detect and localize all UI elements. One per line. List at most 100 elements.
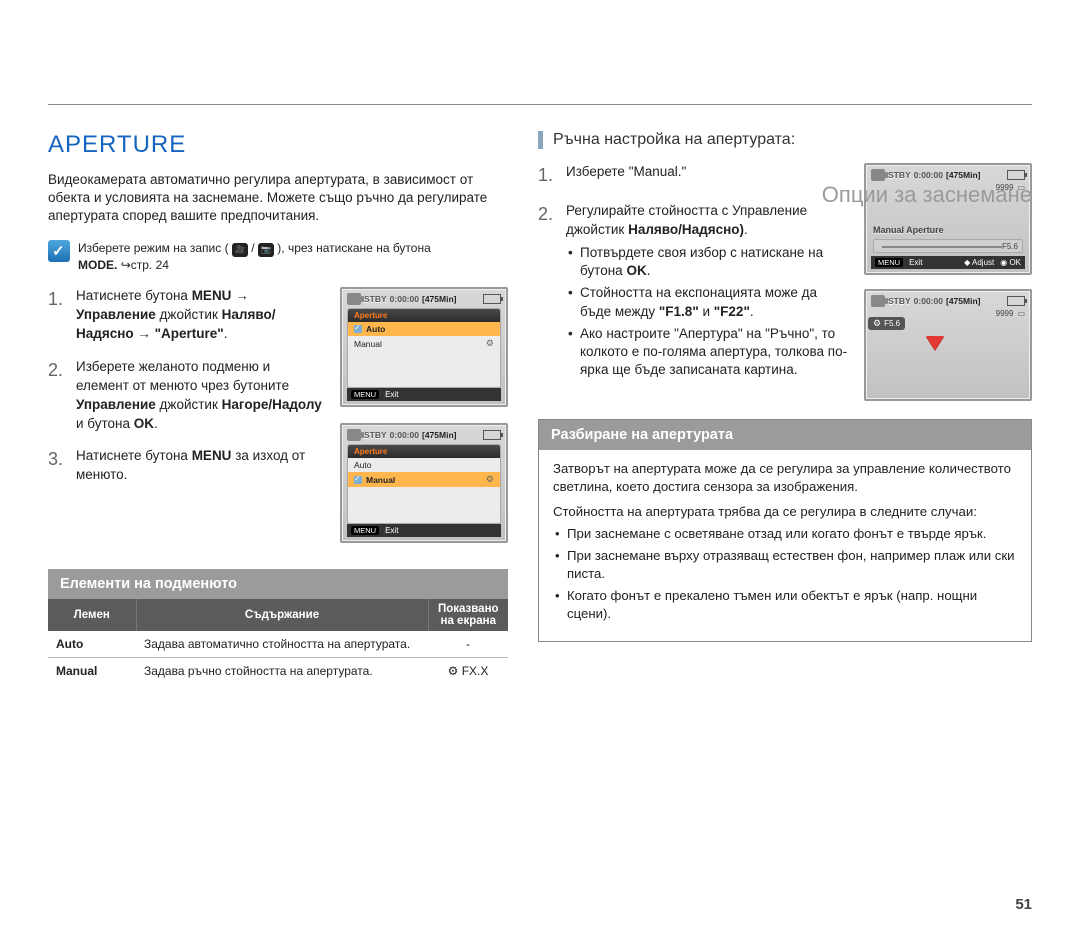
- lcd-menu-key2: MENU: [351, 526, 379, 535]
- cell-auto-icon: -: [428, 631, 508, 658]
- mode-note: Изберете режим на запис ( 🎥 / 📷 ), чрез …: [48, 240, 508, 274]
- lcd-item-auto: Auto: [366, 324, 385, 334]
- submenu-header: Елементи на подменюто: [48, 569, 508, 599]
- mode-label: MODE.: [78, 258, 117, 272]
- section-title: APERTURE: [48, 131, 508, 159]
- r-step-2-dir: Наляво/Надясно): [628, 222, 744, 237]
- intro-paragraph: Видеокамерата автоматично регулира аперт…: [48, 171, 498, 226]
- info-p1: Затворът на апертурата може да се регули…: [553, 460, 1017, 497]
- page-ref: стр. 24: [131, 258, 169, 272]
- page-ref-icon: ↪: [121, 258, 131, 272]
- lcd-time4: 0:00:00: [914, 296, 943, 306]
- gear-icon: ⚙: [873, 318, 881, 329]
- step-1: Натиснете бутона MENU → Управление джойс…: [48, 287, 326, 344]
- lcd-exit: Exit: [385, 390, 398, 399]
- lcd-fvalue-pill: F5.6: [884, 319, 900, 328]
- info-li-1: При заснемане с осветяване отзад или ког…: [567, 525, 1017, 543]
- lcd-screenshot-4: STBY 0:00:00 [475Min] 9999 ▭ ⚙F5.6: [864, 289, 1032, 401]
- lcd-menu3: MENU: [875, 258, 903, 267]
- lcd-remain2: [475Min]: [422, 430, 456, 440]
- lcd-stby: STBY: [364, 294, 387, 304]
- lcd-item-manual2: Manual: [366, 475, 395, 485]
- lcd-tab2: Aperture: [354, 447, 387, 456]
- header-divider: [48, 104, 1032, 105]
- th-content: Съдържание: [136, 599, 428, 631]
- lcd-screenshot-2: STBY 0:00:00 [475Min] Aperture Auto Manu…: [340, 423, 508, 543]
- lcd-item-auto2: Auto: [354, 460, 372, 470]
- manual-setting-heading: Ръчна настройка на апертурата:: [538, 131, 1032, 149]
- lcd-remain3: [475Min]: [946, 170, 980, 180]
- battery-icon: [483, 430, 501, 440]
- camcorder-icon: [347, 293, 361, 305]
- battery-icon: [1007, 170, 1025, 180]
- r-bullet-2: Стойността на експонацията може да бъде …: [580, 284, 850, 320]
- cell-manual-icon: ⚙ FX.X: [428, 658, 508, 685]
- camcorder-icon: [871, 295, 885, 307]
- lcd-exit2: Exit: [385, 526, 398, 535]
- lcd-remain4: [475Min]: [946, 296, 980, 306]
- step-1-ap: "Aperture": [155, 326, 224, 341]
- step-1-menu: MENU: [192, 288, 232, 303]
- lcd-time3: 0:00:00: [914, 170, 943, 180]
- video-mode-icon: 🎥: [232, 243, 248, 257]
- lcd-screenshot-1: STBY 0:00:00 [475Min] Aperture Auto Manu…: [340, 287, 508, 407]
- photo-mode-icon: 📷: [258, 243, 274, 257]
- step-1-ctrl: Управление: [76, 307, 156, 322]
- step-1-txt-b: джойстик: [156, 307, 222, 322]
- camcorder-icon: [871, 169, 885, 181]
- table-row: Auto Задава автоматично стойността на ап…: [48, 631, 508, 658]
- step-1-arrow2: →: [134, 326, 155, 341]
- info-li-2: При заснемане върху отразяващ естествен …: [567, 547, 1017, 583]
- cell-manual: Manual: [48, 658, 136, 685]
- lcd-stby3: STBY: [888, 170, 911, 180]
- info-title: Разбиране на апертурата: [539, 420, 1031, 450]
- check-icon: [354, 476, 362, 484]
- step-2-ok: OK: [134, 416, 154, 431]
- lcd-exit3: Exit: [909, 258, 922, 267]
- submenu-table: Лемен Съдържание Показванона екрана Auto…: [48, 599, 508, 684]
- cell-manual-desc: Задава ръчно стойността на апертурата.: [136, 658, 428, 685]
- lcd-adjust: Adjust: [972, 258, 994, 267]
- step-1-txt-a: Натиснете бутона: [76, 288, 192, 303]
- step-2-dot: .: [154, 416, 158, 431]
- gear-icon: ⚙: [486, 338, 494, 349]
- lcd-time: 0:00:00: [390, 294, 419, 304]
- info-p2: Стойността на апертурата трябва да се ре…: [553, 503, 1017, 521]
- gear-icon: ⚙: [486, 474, 494, 485]
- step-3-menu: MENU: [192, 448, 232, 463]
- step-2-txt-a: Изберете желаното подменю и елемент от м…: [76, 359, 289, 393]
- r-bullet-3: Ако настроите "Апертура" на "Ръчно", то …: [580, 325, 850, 380]
- lcd-remain: [475Min]: [422, 294, 456, 304]
- cell-auto: Auto: [48, 631, 136, 658]
- understanding-aperture-box: Разбиране на апертурата Затворът на апер…: [538, 419, 1032, 642]
- page-number: 51: [1015, 896, 1032, 913]
- lcd-item-manual: Manual: [354, 339, 382, 349]
- lcd-stby2: STBY: [364, 430, 387, 440]
- step-2-dir: Нагоре/Надолу: [222, 397, 322, 412]
- lcd-manual-label: Manual Aperture: [873, 225, 1023, 235]
- step-1-dot: .: [224, 326, 228, 341]
- lcd-menu-key: MENU: [351, 390, 379, 399]
- cell-auto-desc: Задава автоматично стойността на апертур…: [136, 631, 428, 658]
- check-icon: [354, 325, 362, 333]
- th-item: Лемен: [48, 599, 136, 631]
- lcd-ok: OK: [1009, 258, 1021, 267]
- th-display: Показванона екрана: [428, 599, 508, 631]
- camcorder-icon: [347, 429, 361, 441]
- table-row: Manual Задава ръчно стойността на аперту…: [48, 658, 508, 685]
- sd-icon: ▭: [1017, 309, 1025, 318]
- r-bullet-1: Потвърдете своя избор с натискане на бут…: [580, 244, 850, 280]
- step-2-txt-c: и бутона: [76, 416, 134, 431]
- lcd-tab: Aperture: [354, 311, 387, 320]
- note-text-suffix: ), чрез натискане на бутона: [277, 241, 430, 255]
- step-2-txt-b: джойстик: [156, 397, 222, 412]
- step-3-txt-a: Натиснете бутона: [76, 448, 192, 463]
- step-2-ctrl: Управление: [76, 397, 156, 412]
- lcd-time2: 0:00:00: [390, 430, 419, 440]
- step-3: Натиснете бутона MENU за изход от менюто…: [48, 447, 326, 485]
- battery-icon: [483, 294, 501, 304]
- pointer-arrow-icon: [926, 336, 944, 350]
- step-1-arrow1: →: [231, 288, 248, 303]
- lcd-count4: 9999: [996, 309, 1014, 318]
- info-li-3: Когато фонът е прекалено тъмен или обект…: [567, 587, 1017, 623]
